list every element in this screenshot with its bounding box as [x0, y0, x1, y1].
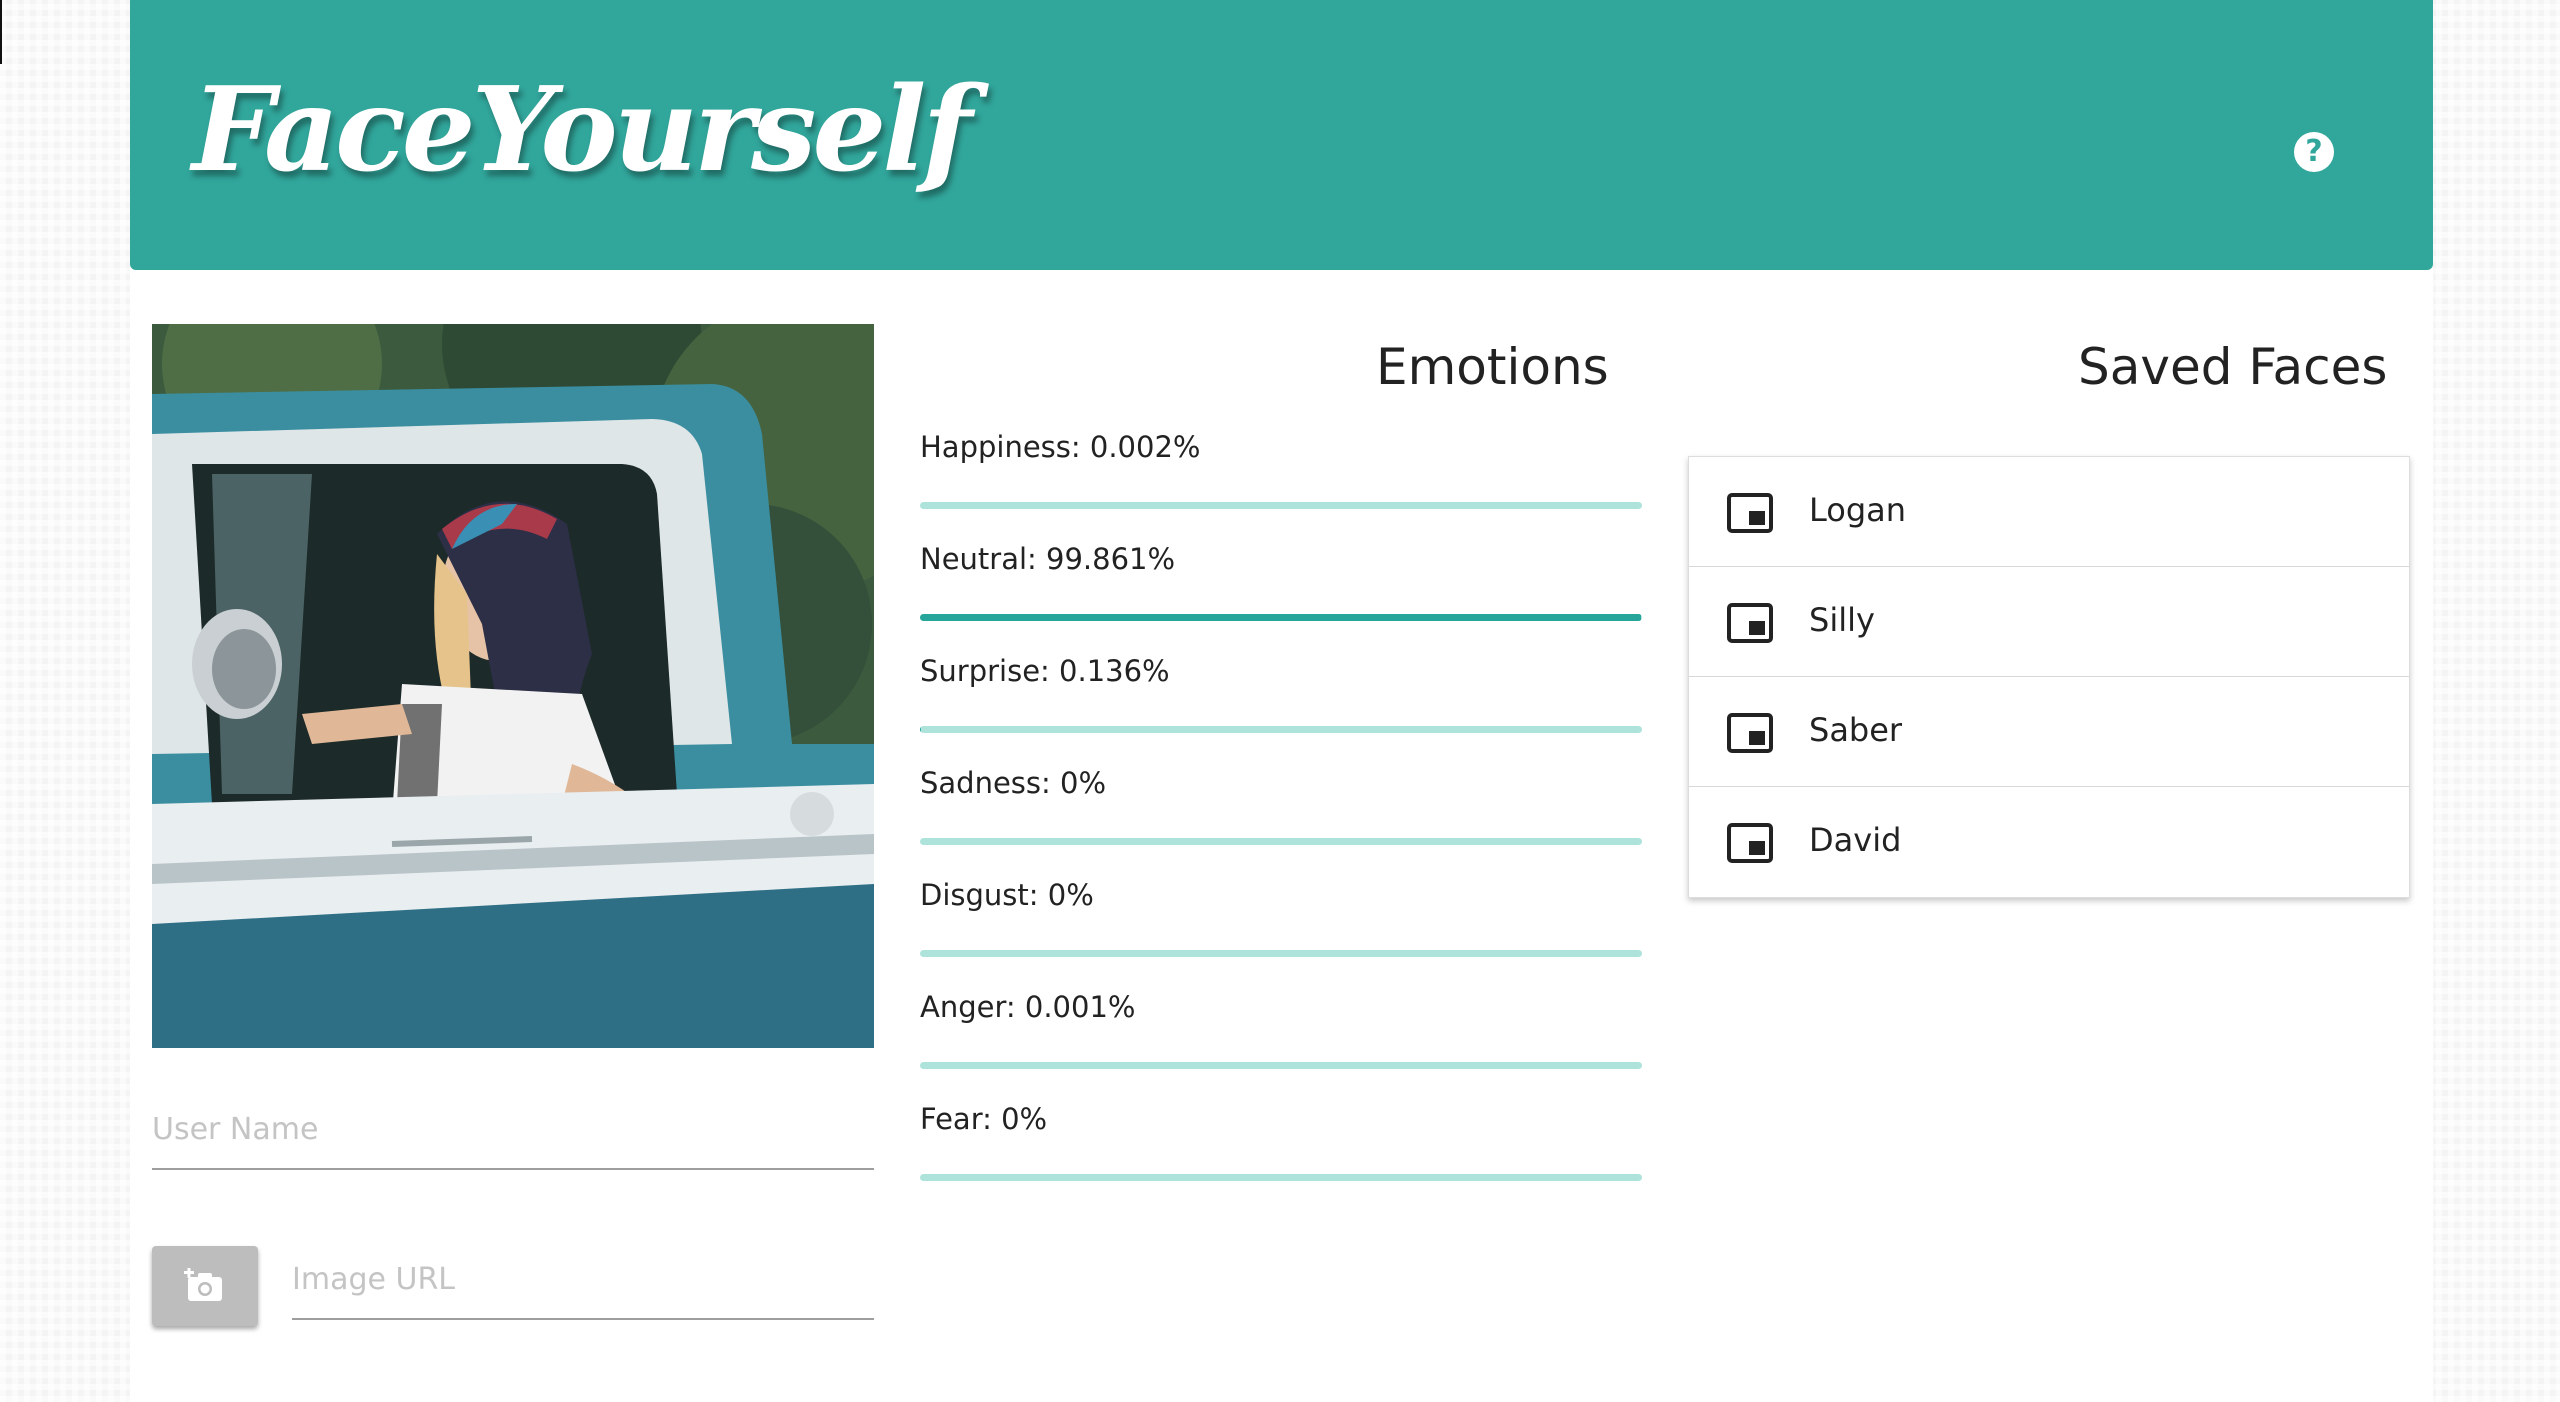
saved-faces-title: Saved Faces: [2078, 338, 2388, 396]
add-photo-button[interactable]: [152, 1246, 258, 1326]
emotion-bar: [920, 502, 1642, 509]
image-url-field[interactable]: [292, 1240, 874, 1320]
analyzed-photo: [152, 324, 874, 1048]
emotion-bar-fill: [920, 614, 1641, 621]
emotion-sadness: Sadness: 0%: [920, 766, 1644, 866]
emotion-bar-fill: [920, 726, 921, 733]
app-header: FaceYourself ?: [130, 0, 2433, 270]
picture-in-picture-icon: [1727, 493, 1773, 533]
saved-face-name: Logan: [1809, 491, 1907, 529]
emotion-label: Neutral: 99.861%: [920, 542, 1176, 576]
emotion-bar: [920, 1062, 1642, 1069]
emotion-bar: [920, 726, 1642, 733]
picture-in-picture-icon: [1727, 713, 1773, 753]
help-icon[interactable]: ?: [2294, 132, 2334, 172]
emotion-disgust: Disgust: 0%: [920, 878, 1644, 978]
add-a-photo-icon: [184, 1268, 222, 1301]
username-field[interactable]: [152, 1090, 874, 1170]
emotion-bar: [920, 838, 1642, 845]
emotion-label: Happiness: 0.002%: [920, 430, 1201, 464]
app-logo: FaceYourself: [192, 62, 972, 198]
emotion-label: Fear: 0%: [920, 1102, 1048, 1136]
emotion-happiness: Happiness: 0.002%: [920, 430, 1644, 530]
emotion-label: Disgust: 0%: [920, 878, 1094, 912]
app-container: FaceYourself ? User Name Image URL Emoti…: [130, 0, 2433, 1402]
emotion-label: Sadness: 0%: [920, 766, 1107, 800]
saved-face-name: David: [1809, 821, 1902, 859]
emotion-label: Anger: 0.001%: [920, 990, 1136, 1024]
window-edge: [0, 0, 2, 64]
saved-face-logan[interactable]: Logan: [1689, 457, 2409, 567]
saved-face-saber[interactable]: Saber: [1689, 677, 2409, 787]
emotion-bar: [920, 950, 1642, 957]
saved-face-name: Silly: [1809, 601, 1875, 639]
emotion-surprise: Surprise: 0.136%: [920, 654, 1644, 754]
emotions-title: Emotions: [1376, 338, 1609, 396]
emotion-bar: [920, 1174, 1642, 1181]
username-input[interactable]: [152, 1090, 874, 1168]
emotion-anger: Anger: 0.001%: [920, 990, 1644, 1090]
picture-in-picture-icon: [1727, 603, 1773, 643]
saved-face-name: Saber: [1809, 711, 1903, 749]
saved-faces-list: Logan Silly Saber David: [1688, 456, 2410, 898]
emotion-neutral: Neutral: 99.861%: [920, 542, 1644, 642]
emotion-label: Surprise: 0.136%: [920, 654, 1170, 688]
emotion-bar: [920, 614, 1642, 621]
picture-in-picture-icon: [1727, 823, 1773, 863]
image-url-input[interactable]: [292, 1240, 874, 1318]
saved-face-silly[interactable]: Silly: [1689, 567, 2409, 677]
saved-face-david[interactable]: David: [1689, 787, 2409, 897]
emotion-fear: Fear: 0%: [920, 1102, 1644, 1202]
